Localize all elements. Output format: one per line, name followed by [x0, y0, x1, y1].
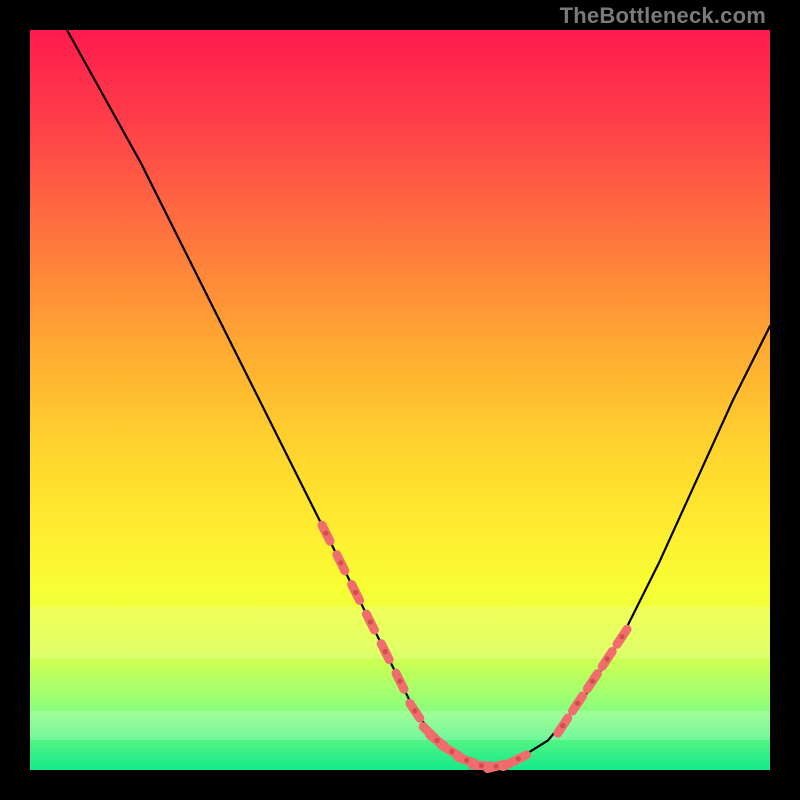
- watermark-text: TheBottleneck.com: [560, 3, 766, 29]
- plot-area: [30, 30, 770, 770]
- highlight-left: [322, 525, 443, 747]
- highlight-bottom: [430, 735, 527, 769]
- highlight-right: [558, 629, 627, 733]
- chart-stage: TheBottleneck.com: [0, 0, 800, 800]
- curve-path: [67, 30, 770, 766]
- chart-svg: [30, 30, 770, 770]
